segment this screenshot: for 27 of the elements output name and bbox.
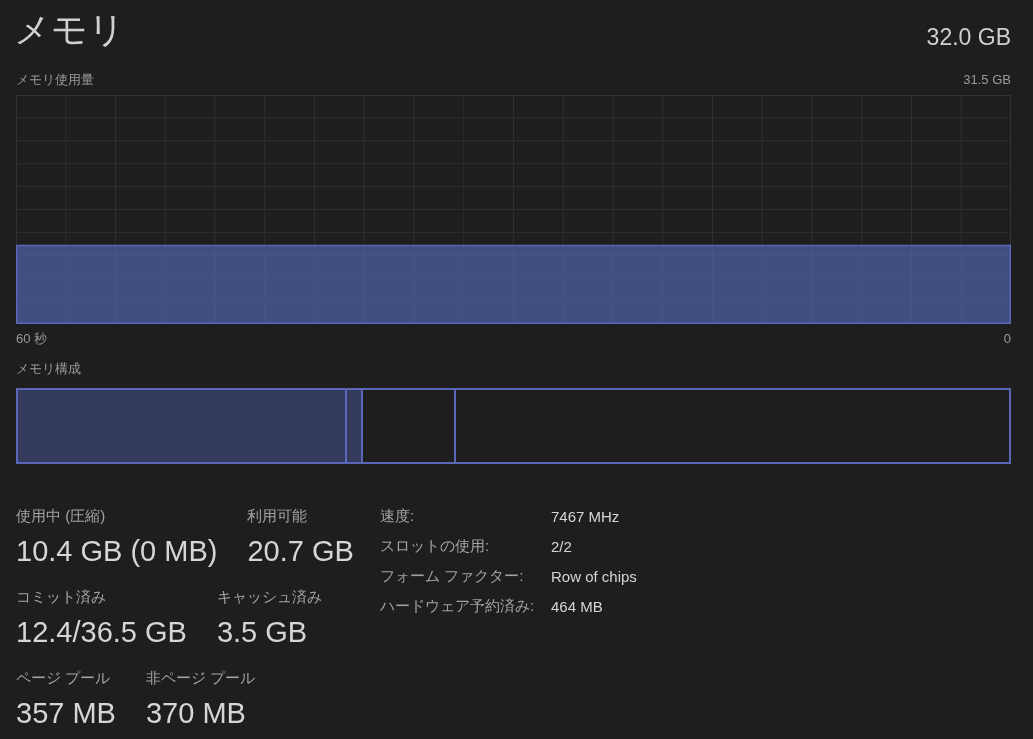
stat-label: 使用中 (圧縮) — [16, 506, 107, 526]
stat-value: 357 MB — [16, 696, 116, 730]
stat-value: 12.4/36.5 GB — [16, 615, 187, 649]
page-title: メモリ — [14, 8, 125, 52]
detail-label: フォーム ファクター: — [380, 566, 525, 586]
detail-label: スロットの使用: — [380, 536, 491, 556]
detail-label: ハードウェア予約済み: — [380, 596, 536, 616]
stat-value: 10.4 GB (0 MB) — [16, 534, 218, 568]
detail-label: 速度: — [380, 506, 416, 526]
time-axis-label: 60 秒 — [16, 330, 48, 348]
section-label: メモリ構成 — [16, 360, 81, 378]
graph-max-label: 31.5 GB — [963, 71, 1011, 89]
detail-value: 2/2 — [551, 537, 573, 555]
stat-value: 370 MB — [145, 696, 247, 730]
detail-value: 7467 MHz — [551, 507, 621, 525]
stat-value: 20.7 GB — [247, 534, 354, 568]
stat-label: 非ページ プール — [145, 668, 256, 688]
stat-label: キャッシュ済み — [216, 587, 322, 607]
stat-value: 3.5 GB — [216, 615, 309, 649]
time-axis-label: 0 — [1003, 330, 1011, 348]
graph-label: メモリ使用量 — [16, 71, 94, 89]
detail-value: Row of chips — [551, 567, 637, 585]
total-memory: 32.0 GB — [926, 23, 1011, 51]
stat-label: ページ プール — [16, 668, 112, 688]
stat-label: 利用可能 — [247, 506, 309, 526]
stat-label: コミット済み — [16, 587, 107, 607]
detail-value: 464 MB — [551, 597, 604, 615]
